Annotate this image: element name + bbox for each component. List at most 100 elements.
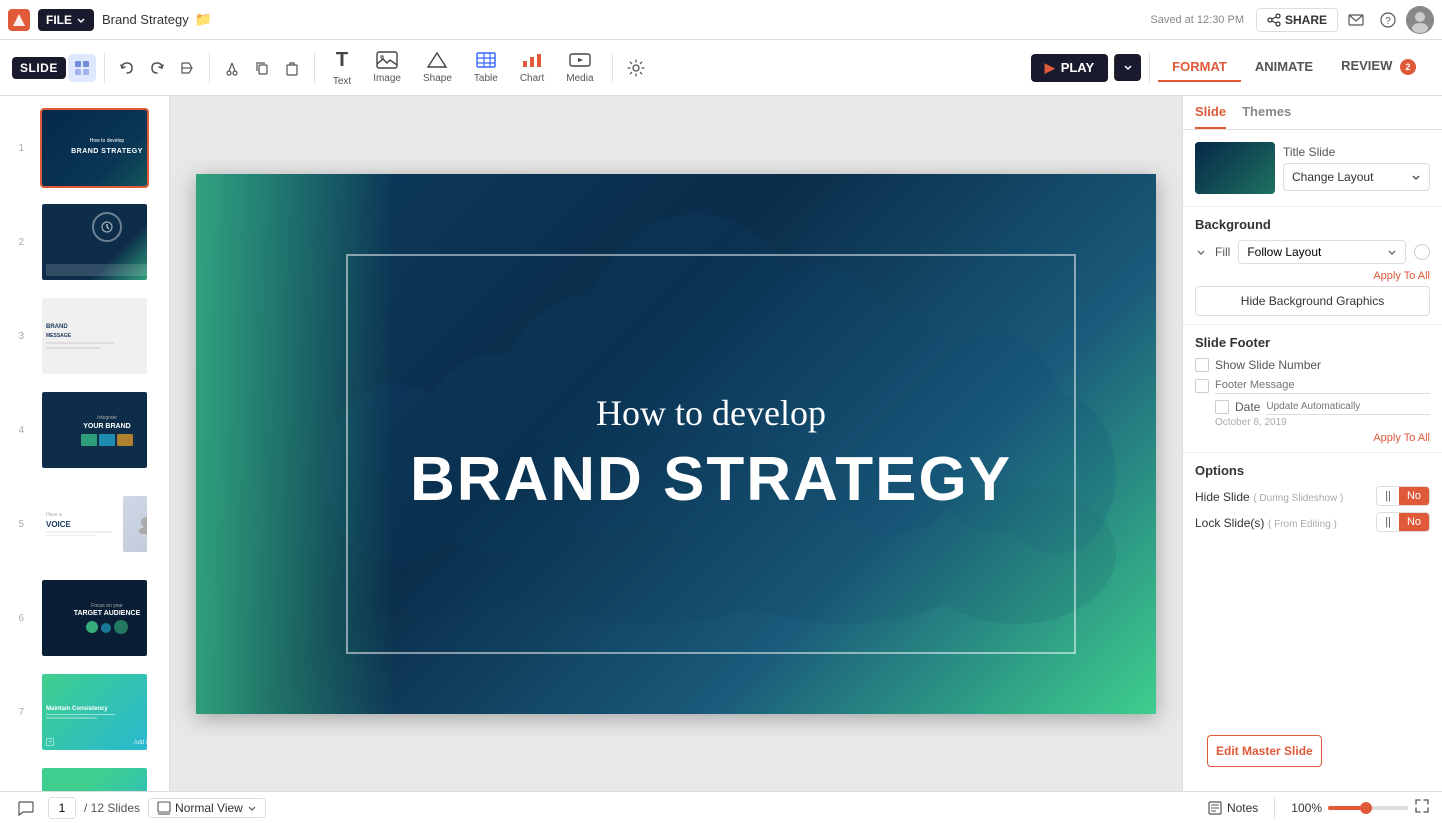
- footer-section-title: Slide Footer: [1195, 335, 1430, 350]
- slide-row-4: 4 Integrate YOUR BRAND: [8, 386, 161, 474]
- fill-dropdown-chevron: [1387, 247, 1397, 257]
- show-slide-number-row: Show Slide Number: [1195, 358, 1430, 372]
- notes-button[interactable]: Notes: [1207, 800, 1258, 816]
- document-title: Brand Strategy 📁: [102, 11, 212, 28]
- fill-label: Fill: [1215, 245, 1230, 259]
- apply-to-all-bg[interactable]: Apply To All: [1195, 270, 1430, 282]
- toolbar-separator-2: [209, 53, 210, 83]
- view-dropdown-chevron: [247, 803, 257, 813]
- format-tabs: FORMAT ANIMATE REVIEW 2: [1158, 52, 1430, 83]
- view-selector[interactable]: Normal View: [148, 798, 266, 818]
- svg-text:?: ?: [1385, 16, 1391, 27]
- slide-item-6[interactable]: Focus on your TARGET AUDIENCE: [40, 578, 149, 658]
- fill-color-circle[interactable]: [1414, 244, 1430, 260]
- lock-slide-toggle[interactable]: || No: [1376, 512, 1430, 532]
- slide-item-4[interactable]: Integrate YOUR BRAND: [40, 390, 149, 470]
- redo-button[interactable]: [143, 54, 171, 82]
- slide-panel: 1 How to develop BRAND STRATEGY 2: [0, 96, 170, 791]
- save-status: Saved at 12:30 PM: [1150, 14, 1244, 26]
- slide-item-2[interactable]: [40, 202, 149, 282]
- show-slide-number-checkbox[interactable]: [1195, 358, 1209, 372]
- cut-button[interactable]: [218, 54, 246, 82]
- slide-canvas[interactable]: How to develop BRAND STRATEGY: [196, 174, 1156, 714]
- file-menu-button[interactable]: FILE: [38, 9, 94, 31]
- chat-icon: [17, 799, 35, 817]
- date-row: Date: [1215, 399, 1430, 415]
- text-icon: T: [336, 49, 348, 72]
- edit-master-slide-button[interactable]: Edit Master Slide: [1207, 735, 1322, 767]
- settings-button[interactable]: [621, 53, 651, 83]
- lock-slide-off[interactable]: No: [1399, 513, 1429, 531]
- slide-item-5[interactable]: Have a VOICE: [40, 484, 149, 564]
- slide-row-3: 3 BRAND MESSAGE: [8, 292, 161, 380]
- footer-message-row: [1195, 377, 1430, 394]
- insert-table-button[interactable]: Table: [464, 47, 508, 88]
- tab-slide[interactable]: Slide: [1195, 104, 1226, 129]
- hide-background-graphics-button[interactable]: Hide Background Graphics: [1195, 286, 1430, 316]
- slide-num-5: 5: [8, 519, 24, 530]
- divider-1: [1183, 206, 1442, 207]
- chat-icon-button[interactable]: [12, 794, 40, 822]
- insert-image-button[interactable]: Image: [363, 47, 411, 88]
- fill-expand-icon[interactable]: [1195, 246, 1207, 258]
- slide-item-3[interactable]: BRAND MESSAGE: [40, 296, 149, 376]
- toolbar-separator-1: [104, 53, 105, 83]
- image-icon: [376, 51, 398, 69]
- copy-button[interactable]: [248, 54, 276, 82]
- user-avatar[interactable]: [1406, 6, 1434, 34]
- layout-toggle-button[interactable]: [68, 54, 96, 82]
- footer-message-checkbox[interactable]: [1195, 379, 1209, 393]
- hide-slide-off[interactable]: No: [1399, 487, 1429, 505]
- review-badge: 2: [1400, 59, 1416, 75]
- fill-dropdown[interactable]: Follow Layout: [1238, 240, 1406, 264]
- hide-slide-label-group: Hide Slide ( During Slideshow ): [1195, 489, 1343, 504]
- options-section-title: Options: [1195, 463, 1430, 478]
- email-icon-button[interactable]: [1342, 6, 1370, 34]
- play-button[interactable]: ▶ PLAY: [1031, 54, 1108, 82]
- fullscreen-button[interactable]: [1414, 798, 1430, 817]
- tab-format[interactable]: FORMAT: [1158, 53, 1241, 82]
- slide-row-6: 6 Focus on your TARGET AUDIENCE: [8, 574, 161, 662]
- slide-content-box: How to develop BRAND STRATEGY: [346, 254, 1076, 654]
- insert-media-button[interactable]: Media: [556, 47, 603, 88]
- topbar: FILE Brand Strategy 📁 Saved at 12:30 PM …: [0, 0, 1442, 40]
- undo-button[interactable]: [113, 54, 141, 82]
- layout-title-label: Title Slide: [1283, 145, 1430, 159]
- share-button[interactable]: SHARE: [1256, 8, 1338, 32]
- slide-button[interactable]: SLIDE: [12, 57, 66, 79]
- page-number-input[interactable]: [48, 797, 76, 819]
- play-dropdown-button[interactable]: [1114, 54, 1141, 81]
- hide-slide-toggle[interactable]: || No: [1376, 486, 1430, 506]
- date-input[interactable]: [1266, 399, 1430, 415]
- slide-item-8[interactable]: BE TRUE TO YOUR BRAND: [40, 766, 149, 791]
- apply-to-all-footer[interactable]: Apply To All: [1195, 432, 1430, 444]
- folder-icon: 📁: [195, 11, 212, 28]
- page-total-label: / 12 Slides: [84, 801, 140, 815]
- fullscreen-icon: [1414, 798, 1430, 814]
- help-icon-button[interactable]: ?: [1374, 6, 1402, 34]
- right-panel-body: Title Slide Change Layout Background Fil…: [1183, 130, 1442, 735]
- hide-slide-on[interactable]: ||: [1377, 487, 1399, 505]
- view-icon: [157, 801, 171, 815]
- change-layout-button[interactable]: Change Layout: [1283, 163, 1430, 191]
- slide-num-2: 2: [8, 237, 24, 248]
- tab-animate[interactable]: ANIMATE: [1241, 53, 1327, 82]
- insert-chart-button[interactable]: Chart: [510, 47, 554, 88]
- footer-message-input[interactable]: [1215, 377, 1430, 394]
- tab-themes[interactable]: Themes: [1242, 104, 1291, 129]
- tab-review[interactable]: REVIEW 2: [1327, 52, 1430, 83]
- insert-text-button[interactable]: T Text: [323, 45, 361, 91]
- insert-shape-button[interactable]: Shape: [413, 47, 462, 88]
- zoom-slider[interactable]: [1328, 806, 1408, 810]
- paint-format-button[interactable]: [173, 54, 201, 82]
- lock-slide-label: Lock Slide(s): [1195, 516, 1264, 530]
- slide-num-6: 6: [8, 613, 24, 624]
- slide-num-4: 4: [8, 425, 24, 436]
- date-checkbox[interactable]: [1215, 400, 1229, 414]
- slide-item-7[interactable]: Maintain Consistency Add Emotion +: [40, 672, 149, 752]
- lock-slide-on[interactable]: ||: [1377, 513, 1399, 531]
- date-label: Date: [1235, 400, 1260, 414]
- slide-item-1[interactable]: How to develop BRAND STRATEGY: [40, 108, 149, 188]
- paste-button[interactable]: [278, 54, 306, 82]
- zoom-percent: 100%: [1291, 801, 1322, 815]
